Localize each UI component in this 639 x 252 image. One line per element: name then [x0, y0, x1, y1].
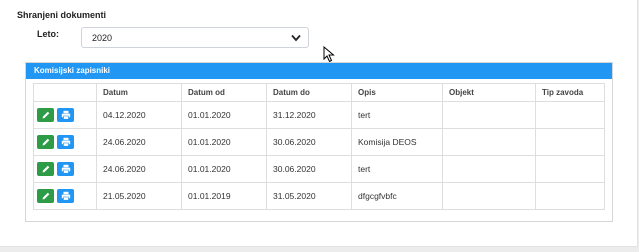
cell-objekt [442, 128, 536, 156]
cell-datum-do: 30.06.2020 [266, 128, 352, 156]
cell-datum: 21.05.2020 [96, 182, 182, 210]
printer-icon [61, 110, 71, 120]
column-header-datum-od: Datum od [181, 83, 267, 102]
pencil-icon [42, 192, 50, 200]
table-header-row: Datum Datum od Datum do Opis Objekt Tip … [33, 83, 605, 102]
print-button[interactable] [57, 135, 74, 149]
cell-opis: Komisija DEOS [351, 128, 443, 156]
column-header-objekt: Objekt [442, 83, 536, 102]
cell-datum-od: 01.01.2019 [181, 182, 267, 210]
section-title: Shranjeni dokumenti [17, 10, 107, 20]
table-row: 04.12.2020 01.01.2020 31.12.2020 tert [33, 101, 605, 129]
cell-datum-od: 01.01.2020 [181, 101, 267, 129]
year-select-value: 2020 [92, 33, 113, 43]
row-actions [33, 101, 97, 129]
cell-opis: tert [351, 101, 443, 129]
cell-tip-zavoda [535, 128, 605, 156]
commission-records-card: Komisijski zapisniki Datum Datum od Datu… [25, 62, 613, 222]
cell-datum: 24.06.2020 [96, 155, 182, 183]
cell-datum-do: 31.12.2020 [266, 101, 352, 129]
edit-button[interactable] [37, 135, 54, 149]
edit-button[interactable] [37, 108, 54, 122]
cell-tip-zavoda [535, 182, 605, 210]
pencil-icon [42, 165, 50, 173]
cell-datum-od: 01.01.2020 [181, 128, 267, 156]
cell-datum: 04.12.2020 [96, 101, 182, 129]
row-actions [33, 155, 97, 183]
cell-datum-od: 01.01.2020 [181, 155, 267, 183]
year-select[interactable]: 2020 [81, 27, 309, 48]
printer-icon [61, 191, 71, 201]
printer-icon [61, 137, 71, 147]
row-actions [33, 182, 97, 210]
cell-objekt [442, 182, 536, 210]
cell-tip-zavoda [535, 101, 605, 129]
records-table: Datum Datum od Datum do Opis Objekt Tip … [33, 83, 605, 210]
column-header-datum: Datum [96, 83, 182, 102]
cell-objekt [442, 155, 536, 183]
pencil-icon [42, 138, 50, 146]
table-row: 24.06.2020 01.01.2020 30.06.2020 tert [33, 155, 605, 183]
cell-datum: 24.06.2020 [96, 128, 182, 156]
column-header-actions [33, 83, 97, 102]
print-button[interactable] [57, 108, 74, 122]
print-button[interactable] [57, 189, 74, 203]
cell-objekt [442, 101, 536, 129]
cell-opis: dfgcgfvbfc [351, 182, 443, 210]
pencil-icon [42, 111, 50, 119]
card-header: Komisijski zapisniki [26, 63, 612, 79]
chevron-down-icon [291, 34, 301, 42]
table-row: 21.05.2020 01.01.2019 31.05.2020 dfgcgfv… [33, 182, 605, 210]
printer-icon [61, 164, 71, 174]
cell-tip-zavoda [535, 155, 605, 183]
year-label: Leto: [37, 29, 59, 39]
column-header-datum-do: Datum do [266, 83, 352, 102]
mouse-cursor-icon [323, 46, 335, 63]
cell-datum-do: 31.05.2020 [266, 182, 352, 210]
column-header-opis: Opis [351, 83, 443, 102]
cell-datum-do: 30.06.2020 [266, 155, 352, 183]
edit-button[interactable] [37, 189, 54, 203]
table-row: 24.06.2020 01.01.2020 30.06.2020 Komisij… [33, 128, 605, 156]
saved-documents-panel: Shranjeni dokumenti Leto: 2020 Komisijsk… [0, 0, 638, 247]
row-actions [33, 128, 97, 156]
cell-opis: tert [351, 155, 443, 183]
edit-button[interactable] [37, 162, 54, 176]
print-button[interactable] [57, 162, 74, 176]
column-header-tip-zavoda: Tip zavoda [535, 83, 605, 102]
